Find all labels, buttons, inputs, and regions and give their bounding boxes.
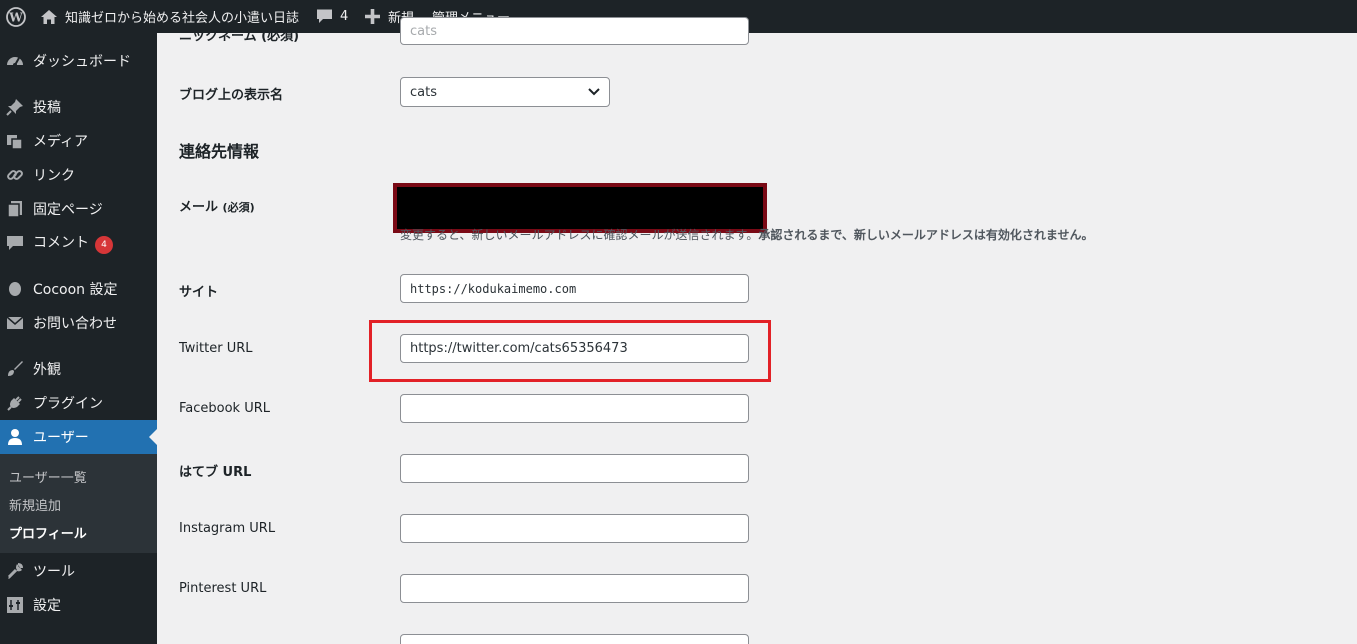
pinterest-url-label: Pinterest URL (179, 581, 267, 596)
sidebar-item-label: 投稿 (33, 100, 61, 116)
sidebar-item-label: 固定ページ (33, 202, 103, 218)
sidebar-item-posts[interactable]: 投稿 (0, 90, 157, 124)
sidebar-item-users[interactable]: ユーザー (0, 420, 157, 454)
dashboard-icon (6, 52, 24, 70)
nickname-value: cats (410, 23, 437, 39)
wordpress-logo-icon[interactable]: W (6, 0, 26, 33)
comment-count: 4 (340, 9, 349, 24)
display-name-label: ブログ上の表示名 (179, 88, 284, 103)
sidebar-item-label: Cocoon 設定 (33, 282, 118, 298)
comment-bubble-icon (316, 8, 333, 25)
plugin-icon (6, 394, 24, 412)
media-icon (6, 132, 24, 150)
sidebar-item-label: 外観 (33, 362, 61, 378)
submenu-item-all-users[interactable]: ユーザー一覧 (9, 467, 87, 486)
sidebar-item-label: ユーザー (33, 430, 89, 446)
submenu-item-profile[interactable]: プロフィール (9, 523, 87, 542)
settings-icon (6, 596, 24, 614)
sidebar-item-tools[interactable]: ツール (0, 554, 157, 588)
sidebar-item-appearance[interactable]: 外観 (0, 352, 157, 386)
highlight-box (369, 320, 771, 382)
users-submenu: ユーザー一覧 新規追加 プロフィール (0, 454, 157, 553)
pin-icon (6, 98, 24, 116)
instagram-url-label: Instagram URL (179, 521, 276, 536)
brush-icon (6, 360, 24, 378)
sidebar-item-media[interactable]: メディア (0, 124, 157, 158)
site-url-input[interactable]: https://kodukaimemo.com (400, 274, 749, 303)
plus-icon (365, 9, 380, 24)
sidebar-item-comments[interactable]: コメント 4 (0, 226, 157, 260)
mail-icon (6, 314, 24, 332)
sidebar-item-contact[interactable]: お問い合わせ (0, 306, 157, 340)
comments-link[interactable]: 4 (316, 0, 348, 33)
sidebar-item-links[interactable]: リンク (0, 158, 157, 192)
sidebar-item-pages[interactable]: 固定ページ (0, 192, 157, 226)
next-url-input[interactable] (400, 634, 749, 644)
page-icon (6, 200, 24, 218)
cocoon-icon (6, 280, 24, 298)
pinterest-url-input[interactable] (400, 574, 749, 603)
sidebar-item-settings[interactable]: 設定 (0, 588, 157, 622)
email-label: メール (必須) (179, 200, 255, 215)
nickname-input[interactable]: cats (400, 17, 749, 45)
site-label: サイト (179, 285, 219, 300)
sidebar-item-label: お問い合わせ (33, 316, 117, 332)
display-name-select[interactable]: cats (400, 77, 610, 107)
sidebar-item-dashboard[interactable]: ダッシュボード (0, 44, 157, 78)
contact-info-heading: 連絡先情報 (179, 142, 260, 161)
user-icon (6, 428, 24, 446)
link-icon (6, 166, 24, 184)
svg-text:W: W (8, 10, 23, 24)
hatena-url-input[interactable] (400, 454, 749, 483)
admin-sidebar: ダッシュボード 投稿 メディア リンク 固定ページ コメント4 Cocoon (0, 33, 157, 644)
comment-count-badge: 4 (95, 236, 113, 254)
sidebar-item-label: プラグイン (33, 396, 103, 412)
facebook-url-label: Facebook URL (179, 401, 271, 416)
hatena-url-label: はてブ URL (179, 465, 252, 480)
sidebar-item-label: メディア (33, 134, 89, 150)
home-icon (40, 8, 58, 26)
sidebar-item-label: リンク (33, 168, 75, 184)
site-title: 知識ゼロから始める社会人の小遣い日誌 (65, 11, 300, 26)
twitter-url-label: Twitter URL (179, 341, 253, 356)
sidebar-item-cocoon-settings[interactable]: Cocoon 設定 (0, 272, 157, 306)
site-url-value: https://kodukaimemo.com (410, 281, 577, 296)
sidebar-item-label: 設定 (33, 598, 61, 614)
comment-icon (6, 234, 24, 252)
sidebar-item-label: コメント 4 (33, 232, 113, 254)
nickname-label: ニックネーム (必須) (179, 29, 300, 44)
sidebar-item-label: ツール (33, 564, 75, 580)
submenu-item-add-new[interactable]: 新規追加 (9, 495, 61, 514)
sidebar-item-label: ダッシュボード (33, 54, 131, 70)
wrench-icon (6, 562, 24, 580)
display-name-value: cats (410, 84, 437, 100)
sidebar-item-plugins[interactable]: プラグイン (0, 386, 157, 420)
facebook-url-input[interactable] (400, 394, 749, 423)
instagram-url-input[interactable] (400, 514, 749, 543)
chevron-down-icon (587, 86, 601, 102)
email-change-note: 変更すると、新しいメールアドレスに確認メールが送信されます。承認されるまで、新し… (400, 228, 1094, 242)
